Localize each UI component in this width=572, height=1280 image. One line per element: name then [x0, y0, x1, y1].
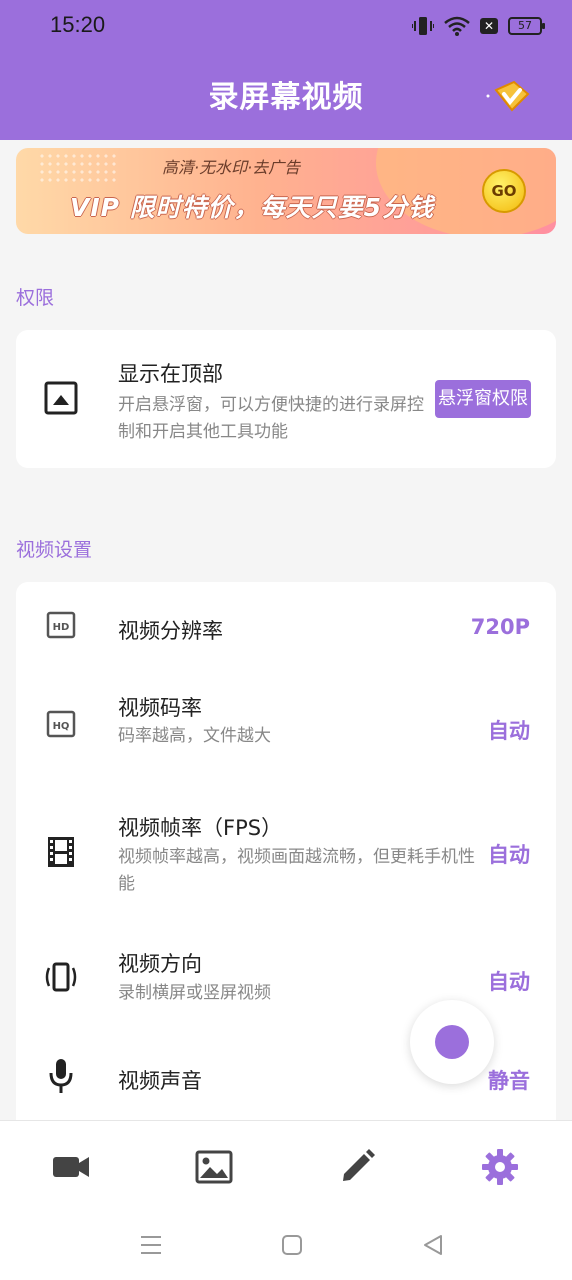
gallery-icon[interactable]: [194, 1147, 234, 1187]
row-title: 视频分辨率: [118, 619, 223, 643]
svg-text:HQ: HQ: [53, 721, 70, 732]
row-title: 视频声音: [118, 1069, 202, 1093]
display-on-top-icon: [44, 381, 78, 415]
row-value: 静音: [488, 1069, 530, 1093]
row-value: 自动: [488, 843, 530, 867]
row-title: 视频方向: [118, 952, 202, 976]
vip-crown-icon[interactable]: [484, 76, 532, 116]
row-title: 显示在顶部: [118, 362, 223, 386]
row-description: 视频帧率越高，视频画面越流畅，但更耗手机性能: [118, 847, 475, 894]
microphone-icon: [49, 1059, 73, 1093]
row-description: 录制横屏或竖屏视频: [118, 983, 271, 1003]
row-description: 码率越高，文件越大: [118, 726, 271, 746]
settings-gear-icon[interactable]: [480, 1147, 520, 1187]
permissions-card: 显示在顶部 开启悬浮窗，可以方便快捷的进行录屏控制和开启其他工具功能 悬浮窗权限: [16, 330, 556, 468]
row-title: 视频码率: [118, 696, 202, 720]
status-bar: 15:20 ✕ 57: [0, 0, 572, 50]
row-title: 视频帧率（FPS）: [118, 816, 283, 840]
status-icons: ✕ 57: [412, 14, 545, 38]
row-value: 720P: [470, 615, 530, 639]
vip-banner[interactable]: 高清·无水印·去广告 VIP 限时特价，每天只要5分钱 GO: [16, 148, 556, 234]
battery-icon: 57: [508, 17, 545, 35]
recent-apps-icon[interactable]: [139, 1233, 163, 1257]
back-icon[interactable]: [421, 1233, 445, 1257]
banner-dots: [38, 152, 118, 182]
setting-row-resolution[interactable]: HD 视频分辨率 720P: [16, 582, 556, 672]
section-title-permissions: 权限: [16, 287, 55, 309]
app-bar: 15:20 ✕ 57 录屏幕视频: [0, 0, 572, 140]
bottom-navigation: [0, 1120, 572, 1280]
section-title-video-settings: 视频设置: [16, 539, 93, 561]
hd-icon: HD: [46, 611, 76, 639]
setting-row-fps[interactable]: 视频帧率（FPS） 视频帧率越高，视频画面越流畅，但更耗手机性能 自动: [16, 782, 556, 924]
wifi-icon: [444, 16, 470, 36]
row-value: 自动: [488, 719, 530, 743]
banner-headline: VIP 限时特价，每天只要5分钱: [70, 193, 435, 222]
video-camera-icon[interactable]: [51, 1147, 91, 1187]
overlay-permission-button[interactable]: 悬浮窗权限: [435, 380, 531, 418]
status-time: 15:20: [50, 12, 106, 37]
overlay-permission-row[interactable]: 显示在顶部 开启悬浮窗，可以方便快捷的进行录屏控制和开启其他工具功能 悬浮窗权限: [16, 330, 556, 468]
go-button[interactable]: GO: [482, 169, 526, 213]
row-description: 开启悬浮窗，可以方便快捷的进行录屏控制和开启其他工具功能: [118, 395, 424, 442]
edit-pencil-icon[interactable]: [337, 1147, 377, 1187]
row-value: 自动: [488, 970, 530, 994]
floating-record-button[interactable]: [410, 1000, 494, 1084]
rotate-phone-icon: [45, 962, 77, 992]
vibrate-icon: [412, 17, 434, 35]
record-dot-icon: [435, 1025, 469, 1059]
svg-text:HD: HD: [53, 622, 70, 633]
setting-row-bitrate[interactable]: HQ 视频码率 码率越高，文件越大 自动: [16, 672, 556, 782]
banner-subtitle: 高清·无水印·去广告: [162, 158, 301, 177]
home-icon[interactable]: [280, 1233, 304, 1257]
film-icon: [48, 837, 74, 867]
hq-icon: HQ: [46, 710, 76, 738]
sim-x-icon: ✕: [480, 18, 498, 34]
